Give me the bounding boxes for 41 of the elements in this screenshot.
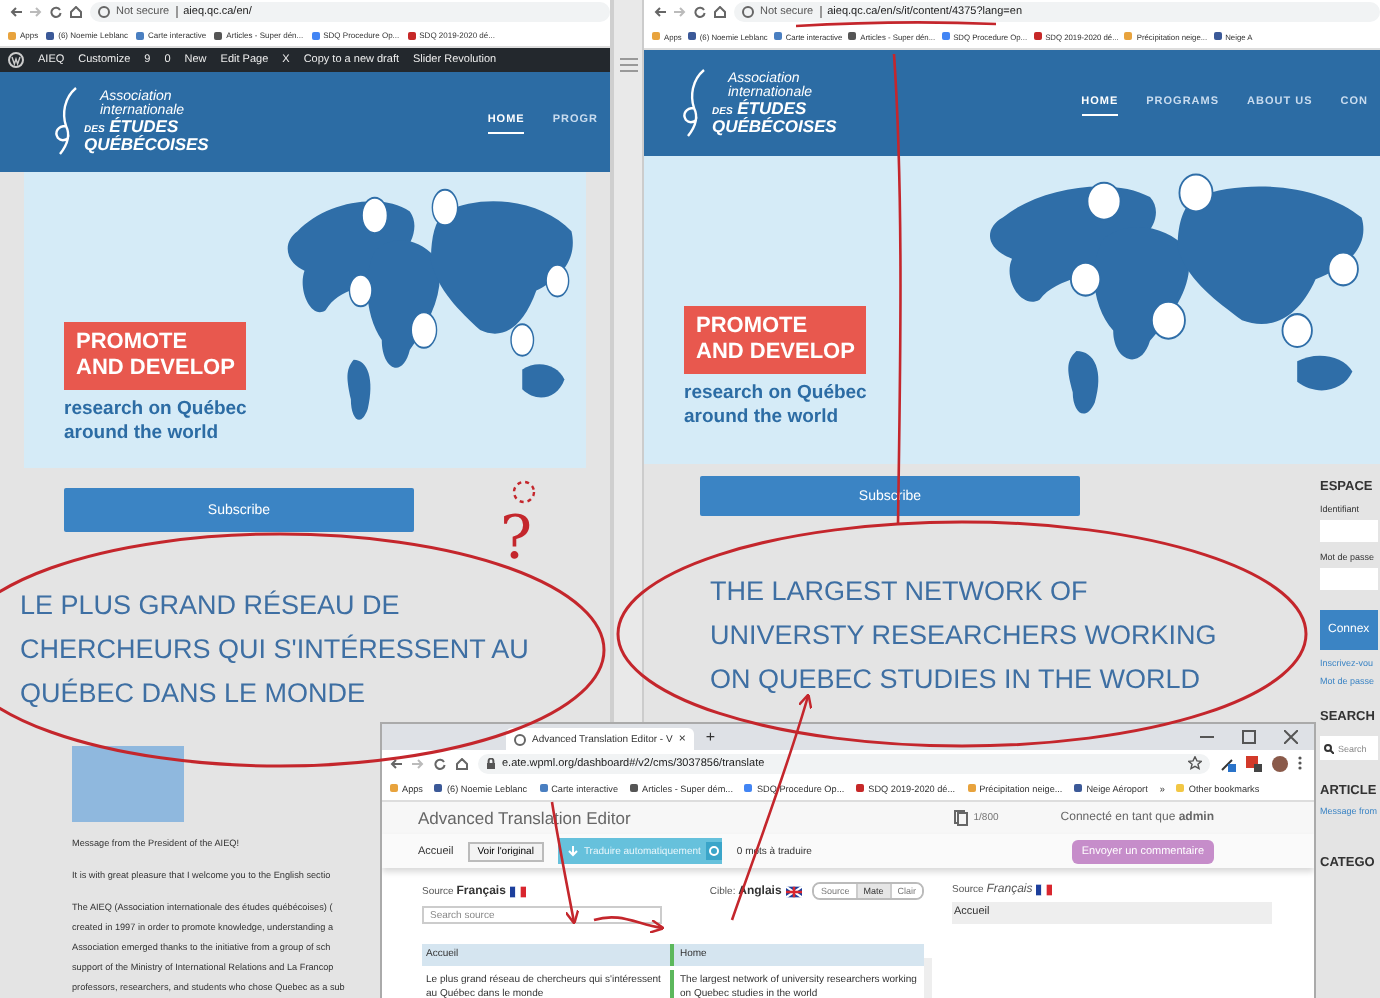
page-heading: THE LARGEST NETWORK OF UNIVERSTY RESEARCHERS WORKING ON QUEBEC STUDIES IN THE WORLD [710, 574, 1217, 698]
page-icon [514, 733, 526, 745]
gear-icon [706, 842, 723, 860]
promo-subline: research on Québec around the world [64, 397, 247, 446]
info-icon [742, 6, 754, 18]
back-icon[interactable] [654, 6, 666, 18]
page-heading: LE PLUS GRAND RÉSEAU DE CHERCHEURS QUI S'INTÉRESSENT AU QUÉBEC DANS LE MONDE [20, 588, 529, 713]
document-icon [953, 810, 968, 826]
reload-icon[interactable] [50, 5, 62, 18]
back-icon[interactable] [10, 5, 22, 18]
input-field[interactable] [1320, 520, 1378, 542]
promo-headline: PROMOTE AND DEVELOP [64, 321, 247, 390]
back-icon[interactable] [390, 757, 402, 769]
flag-icon [1036, 884, 1053, 896]
circle-annotation [512, 480, 536, 504]
promo-headline: PROMOTE AND DEVELOP [684, 306, 867, 374]
home-icon[interactable] [70, 5, 82, 18]
flag-icon [509, 885, 526, 897]
reload-icon[interactable] [694, 6, 706, 18]
extension-icon[interactable] [1246, 755, 1262, 771]
promo-subline: research on Québec around the world [684, 382, 867, 430]
info-icon [98, 5, 110, 18]
lock-icon [486, 757, 496, 769]
home-icon[interactable] [456, 757, 468, 769]
maximize-icon[interactable] [1242, 730, 1256, 744]
avatar-icon[interactable] [1272, 755, 1288, 771]
minimize-icon[interactable] [1200, 730, 1214, 744]
extension-icon[interactable] [1220, 755, 1236, 771]
download-icon [567, 845, 578, 857]
question-mark-annotation: ? [500, 510, 533, 570]
new-tab-button[interactable]: + [705, 728, 716, 746]
reload-icon[interactable] [434, 757, 446, 769]
home-icon[interactable] [714, 6, 726, 18]
input-field[interactable] [1320, 568, 1378, 590]
search-icon [1324, 743, 1334, 753]
flag-icon [785, 885, 802, 897]
star-icon[interactable] [1188, 756, 1202, 770]
close-icon[interactable] [1284, 730, 1298, 744]
photo-placeholder [72, 746, 184, 823]
wordpress-icon[interactable] [8, 52, 24, 69]
arrow-annotation [593, 916, 665, 934]
